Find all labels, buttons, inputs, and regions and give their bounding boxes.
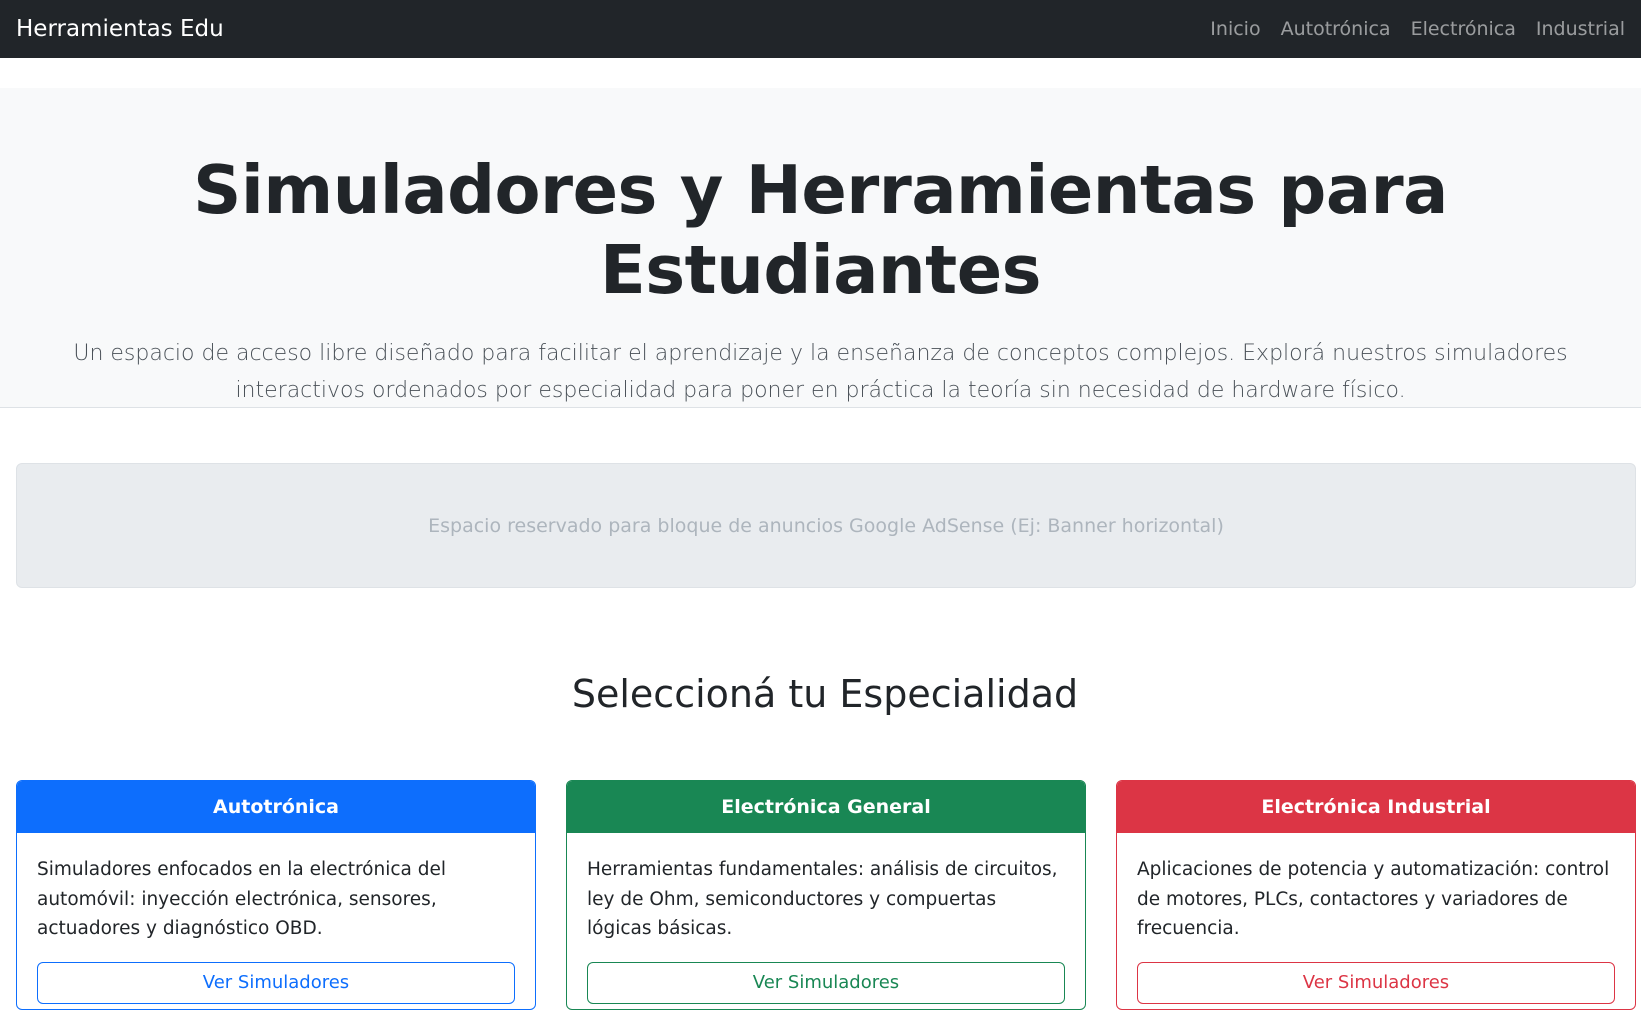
card-body: Herramientas fundamentales: análisis de … (567, 833, 1085, 1009)
view-simulators-button[interactable]: Ver Simuladores (1137, 961, 1615, 1004)
nav-links: Inicio Autotrónica Electrónica Industria… (1190, 18, 1625, 40)
view-simulators-button[interactable]: Ver Simuladores (587, 961, 1065, 1004)
hero-title: Simuladores y Herramientas para Estudian… (193, 151, 1448, 310)
view-simulators-button[interactable]: Ver Simuladores (37, 961, 515, 1004)
hero-subtitle: Un espacio de acceso libre diseñado para… (73, 340, 1568, 404)
card-text: Simuladores enfocados en la electrónica … (37, 859, 447, 940)
nav-link-inicio[interactable]: Inicio (1210, 18, 1260, 40)
card-body: Aplicaciones de potencia y automatizació… (1117, 833, 1635, 1009)
card-body: Simuladores enfocados en la electrónica … (17, 833, 535, 1009)
ad-placeholder-text: Espacio reservado para bloque de anuncio… (428, 514, 1224, 537)
nav-link-electronica[interactable]: Electrónica (1411, 18, 1516, 40)
card-electronica-industrial: Electrónica Industrial Aplicaciones de p… (1116, 780, 1636, 1010)
card-electronica-general: Electrónica General Herramientas fundame… (566, 780, 1086, 1010)
specialty-cards: Autotrónica Simuladores enfocados en la … (16, 780, 1636, 1010)
brand-link[interactable]: Herramientas Edu (16, 16, 224, 42)
card-text: Aplicaciones de potencia y automatizació… (1137, 859, 1610, 940)
nav-link-autotronica[interactable]: Autotrónica (1281, 18, 1391, 40)
hero-section: Simuladores y Herramientas para Estudian… (0, 88, 1641, 408)
card-header: Electrónica Industrial (1117, 781, 1635, 833)
card-header: Autotrónica (17, 781, 535, 833)
card-text: Herramientas fundamentales: análisis de … (587, 859, 1058, 940)
section-title: Seleccioná tu Especialidad (571, 672, 1079, 716)
ad-placeholder: Espacio reservado para bloque de anuncio… (16, 463, 1636, 588)
top-navbar: Herramientas Edu Inicio Autotrónica Elec… (0, 0, 1641, 58)
card-autotronica: Autotrónica Simuladores enfocados en la … (16, 780, 536, 1010)
card-header: Electrónica General (567, 781, 1085, 833)
nav-link-industrial[interactable]: Industrial (1536, 18, 1625, 40)
